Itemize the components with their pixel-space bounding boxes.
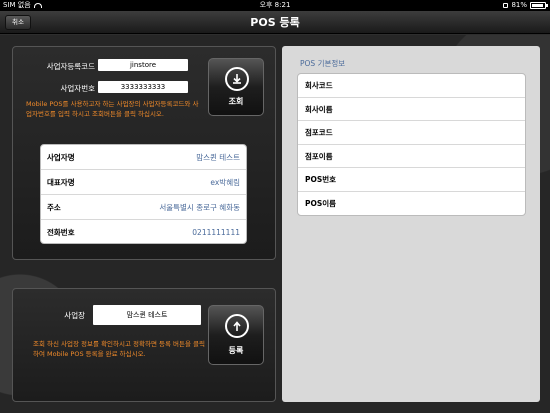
- pos-info-row: POS번호: [298, 168, 525, 192]
- nav-bar: 취소 POS 등록: [0, 11, 550, 34]
- pos-info-list: 회사코드 회사이름 점포코드 점포이름 POS번호 POS이름: [297, 73, 526, 216]
- business-info-table: 사업자명 맘스퀸 테스트 대표자명 ex박혜림 주소 서울특별시 종로구 혜화동…: [40, 144, 247, 244]
- pos-info-row: POS이름: [305, 198, 337, 208]
- upload-icon: [225, 314, 249, 338]
- info-row: 대표자명 ex박혜림: [41, 170, 246, 195]
- info-value: 맘스퀸 테스트: [196, 152, 240, 162]
- info-key: 주소: [47, 202, 61, 212]
- pos-info-row: 회사이름: [298, 98, 525, 121]
- pos-info-title: POS 기본정보: [300, 59, 346, 68]
- info-key: 사업자명: [47, 152, 75, 162]
- info-row: 사업자명 맘스퀸 테스트: [41, 145, 246, 170]
- pos-info-row: 회사코드: [298, 74, 525, 98]
- register-notice: 조회 하신 사업장 정보를 확인하시고 정확하면 등록 버튼을 클릭하여 Mob…: [33, 340, 206, 358]
- biz-number-input[interactable]: [98, 81, 188, 93]
- register-button[interactable]: 등록: [208, 305, 264, 365]
- info-value: ex박혜림: [210, 177, 240, 187]
- orientation-lock-icon: [503, 3, 509, 8]
- info-value: 0211111111: [192, 228, 240, 237]
- battery-percent: 81%: [511, 1, 527, 9]
- pos-info-row: 점포코드: [298, 121, 525, 145]
- pos-info-row: 점포이름: [298, 145, 525, 168]
- pos-info-panel: POS 기본정보 회사코드 회사이름 점포코드 점포이름 POS번호 POS이름: [282, 46, 540, 402]
- status-bar: SIM 없음 오후 8:21 81%: [0, 0, 550, 11]
- download-icon: [225, 67, 249, 91]
- info-value: 서울특별시 종로구 혜화동: [159, 202, 240, 212]
- info-row: 전화번호 0211111111: [41, 220, 246, 243]
- reg-code-label: 사업자등록코드: [46, 62, 95, 71]
- info-row: 주소 서울특별시 종로구 혜화동: [41, 195, 246, 220]
- status-time: 오후 8:21: [259, 1, 291, 9]
- site-label: 사업장: [64, 311, 85, 320]
- register-panel: 사업장 등록 조회 하신 사업장 정보를 확인하시고 정확하면 등록 버튼을 클…: [12, 288, 276, 402]
- status-right: 81%: [503, 0, 548, 11]
- page-title: POS 등록: [250, 16, 300, 29]
- search-button-label: 조회: [228, 97, 244, 106]
- biz-number-label: 사업자번호: [60, 84, 96, 93]
- info-key: 대표자명: [47, 177, 75, 187]
- battery-icon: [530, 2, 548, 9]
- register-button-label: 등록: [228, 346, 244, 355]
- search-button[interactable]: 조회: [208, 58, 264, 116]
- site-input[interactable]: [93, 305, 201, 325]
- lookup-notice: Mobile POS를 사용하고자 하는 사업장의 사업자등록코드와 사업자번호…: [26, 100, 199, 118]
- info-key: 전화번호: [47, 228, 75, 237]
- reg-code-input[interactable]: [98, 59, 188, 71]
